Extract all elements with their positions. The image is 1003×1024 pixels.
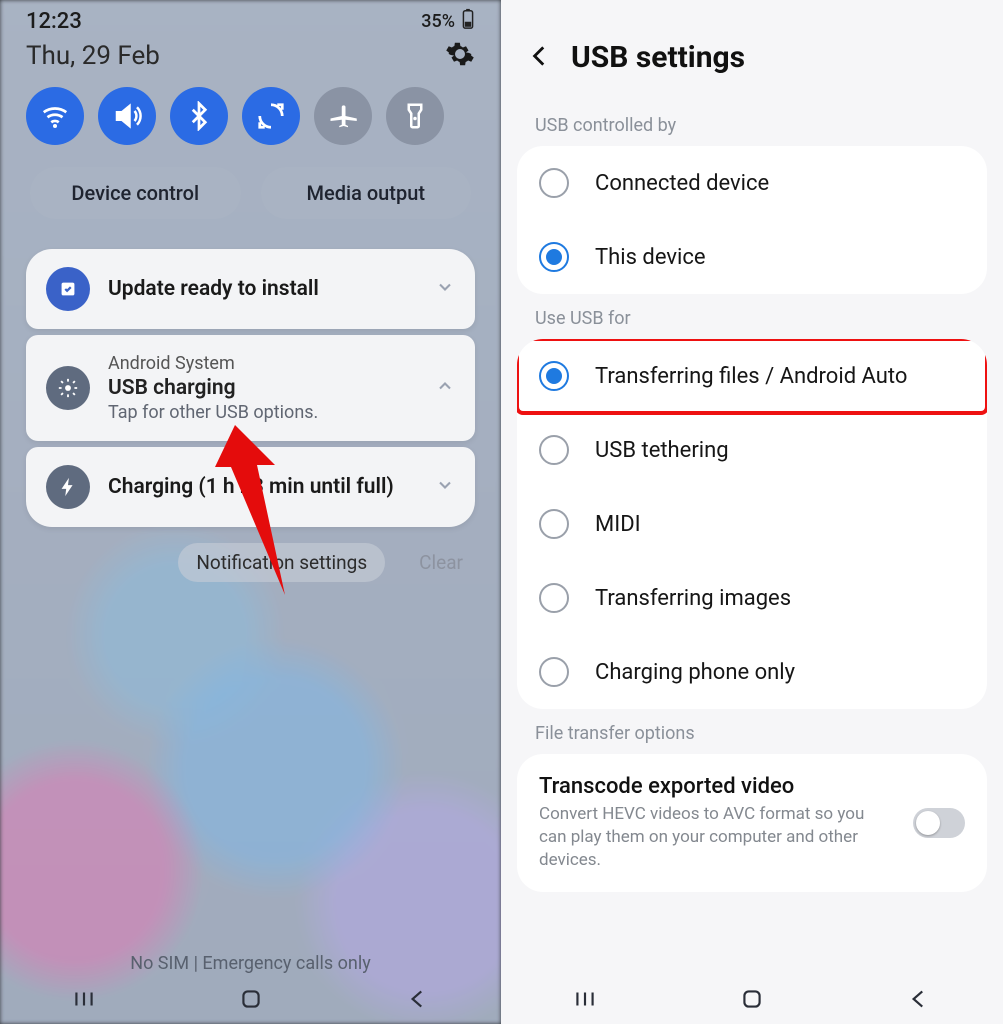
chevron-down-icon	[435, 475, 455, 499]
page-title: USB settings	[571, 40, 745, 75]
update-icon	[46, 267, 90, 311]
charging-notification[interactable]: Charging (1 h 23 min until full)	[26, 447, 475, 527]
back-button[interactable]	[405, 986, 431, 1016]
section-usb-controlled-by: USB controlled by	[501, 101, 1003, 146]
chevron-up-icon	[435, 376, 455, 400]
sound-toggle[interactable]	[98, 87, 156, 145]
chevron-down-icon	[435, 277, 455, 301]
option-label: Transferring images	[595, 586, 791, 611]
airplane-toggle[interactable]	[314, 87, 372, 145]
option-label: MIDI	[595, 512, 641, 537]
option-charging-only[interactable]: Charging phone only	[517, 635, 987, 709]
radio-icon	[539, 657, 569, 687]
option-usb-tethering[interactable]: USB tethering	[517, 413, 987, 487]
notification-footer: Notification settings Clear	[8, 527, 493, 598]
battery-percent: 35%	[421, 11, 455, 32]
quick-settings-row	[8, 83, 493, 163]
charging-bolt-icon	[46, 465, 90, 509]
option-this-device[interactable]: This device	[517, 220, 987, 294]
radio-icon	[539, 509, 569, 539]
recents-button[interactable]	[71, 986, 97, 1016]
media-output-button[interactable]: Media output	[261, 167, 472, 219]
settings-gear-icon[interactable]	[445, 39, 475, 73]
radio-icon	[539, 168, 569, 198]
charging-title: Charging (1 h 23 min until full)	[108, 475, 417, 499]
option-label: USB tethering	[595, 438, 729, 463]
radio-selected-icon	[539, 242, 569, 272]
option-label: This device	[595, 245, 706, 270]
bluetooth-toggle[interactable]	[170, 87, 228, 145]
media-output-label: Media output	[307, 181, 425, 205]
flashlight-toggle[interactable]	[386, 87, 444, 145]
recents-button[interactable]	[572, 986, 598, 1016]
system-gear-icon	[46, 366, 90, 410]
usb-title: USB charging	[108, 376, 417, 400]
group-file-transfer-options: Transcode exported video Convert HEVC vi…	[517, 754, 987, 892]
option-label: Charging phone only	[595, 660, 795, 685]
battery-icon	[461, 8, 475, 35]
nav-bar	[0, 978, 501, 1024]
clock: 12:23	[26, 9, 82, 34]
autorotate-toggle[interactable]	[242, 87, 300, 145]
transcode-row[interactable]: Transcode exported video Convert HEVC vi…	[517, 754, 987, 892]
status-icons: 35%	[403, 8, 475, 35]
date-text: Thu, 29 Feb	[26, 41, 160, 71]
notification-settings-button[interactable]: Notification settings	[178, 543, 385, 582]
usb-subtitle: Tap for other USB options.	[108, 402, 417, 423]
option-connected-device[interactable]: Connected device	[517, 146, 987, 220]
option-midi[interactable]: MIDI	[517, 487, 987, 561]
nav-bar	[501, 978, 1003, 1024]
clear-button[interactable]: Clear	[419, 543, 463, 582]
usb-notification[interactable]: Android System USB charging Tap for othe…	[26, 335, 475, 441]
radio-icon	[539, 435, 569, 465]
home-button[interactable]	[739, 986, 765, 1016]
device-control-label: Device control	[71, 181, 199, 205]
update-title: Update ready to install	[108, 277, 417, 301]
notification-list: Update ready to install Android System U…	[8, 239, 493, 527]
update-notification[interactable]: Update ready to install	[26, 249, 475, 329]
section-use-usb-for: Use USB for	[501, 294, 1003, 339]
section-file-transfer-options: File transfer options	[501, 709, 1003, 754]
sim-status: No SIM | Emergency calls only	[0, 953, 501, 974]
group-use-usb-for: Transferring files / Android Auto USB te…	[517, 339, 987, 709]
date-row: Thu, 29 Feb	[8, 37, 493, 83]
notification-panel-screenshot: 12:23 35% Thu, 29 Feb	[0, 0, 501, 1024]
radio-selected-icon	[539, 361, 569, 391]
option-label: Transferring files / Android Auto	[595, 364, 907, 389]
option-label: Connected device	[595, 171, 769, 196]
group-usb-controlled-by: Connected device This device	[517, 146, 987, 294]
back-icon[interactable]	[527, 43, 553, 73]
home-button[interactable]	[238, 986, 264, 1016]
radio-icon	[539, 583, 569, 613]
transcode-desc: Convert HEVC videos to AVC format so you…	[539, 803, 893, 872]
usb-source: Android System	[108, 353, 417, 374]
wifi-toggle[interactable]	[26, 87, 84, 145]
header: USB settings	[501, 0, 1003, 101]
device-control-button[interactable]: Device control	[30, 167, 241, 219]
usb-settings-screen: USB settings USB controlled by Connected…	[501, 0, 1003, 1024]
option-transferring-images[interactable]: Transferring images	[517, 561, 987, 635]
status-bar: 12:23 35%	[8, 0, 493, 37]
transcode-title: Transcode exported video	[539, 774, 893, 799]
qs-pill-row: Device control Media output	[8, 163, 493, 239]
transcode-switch[interactable]	[913, 808, 965, 838]
option-transferring-files[interactable]: Transferring files / Android Auto	[517, 339, 987, 413]
back-button[interactable]	[906, 986, 932, 1016]
